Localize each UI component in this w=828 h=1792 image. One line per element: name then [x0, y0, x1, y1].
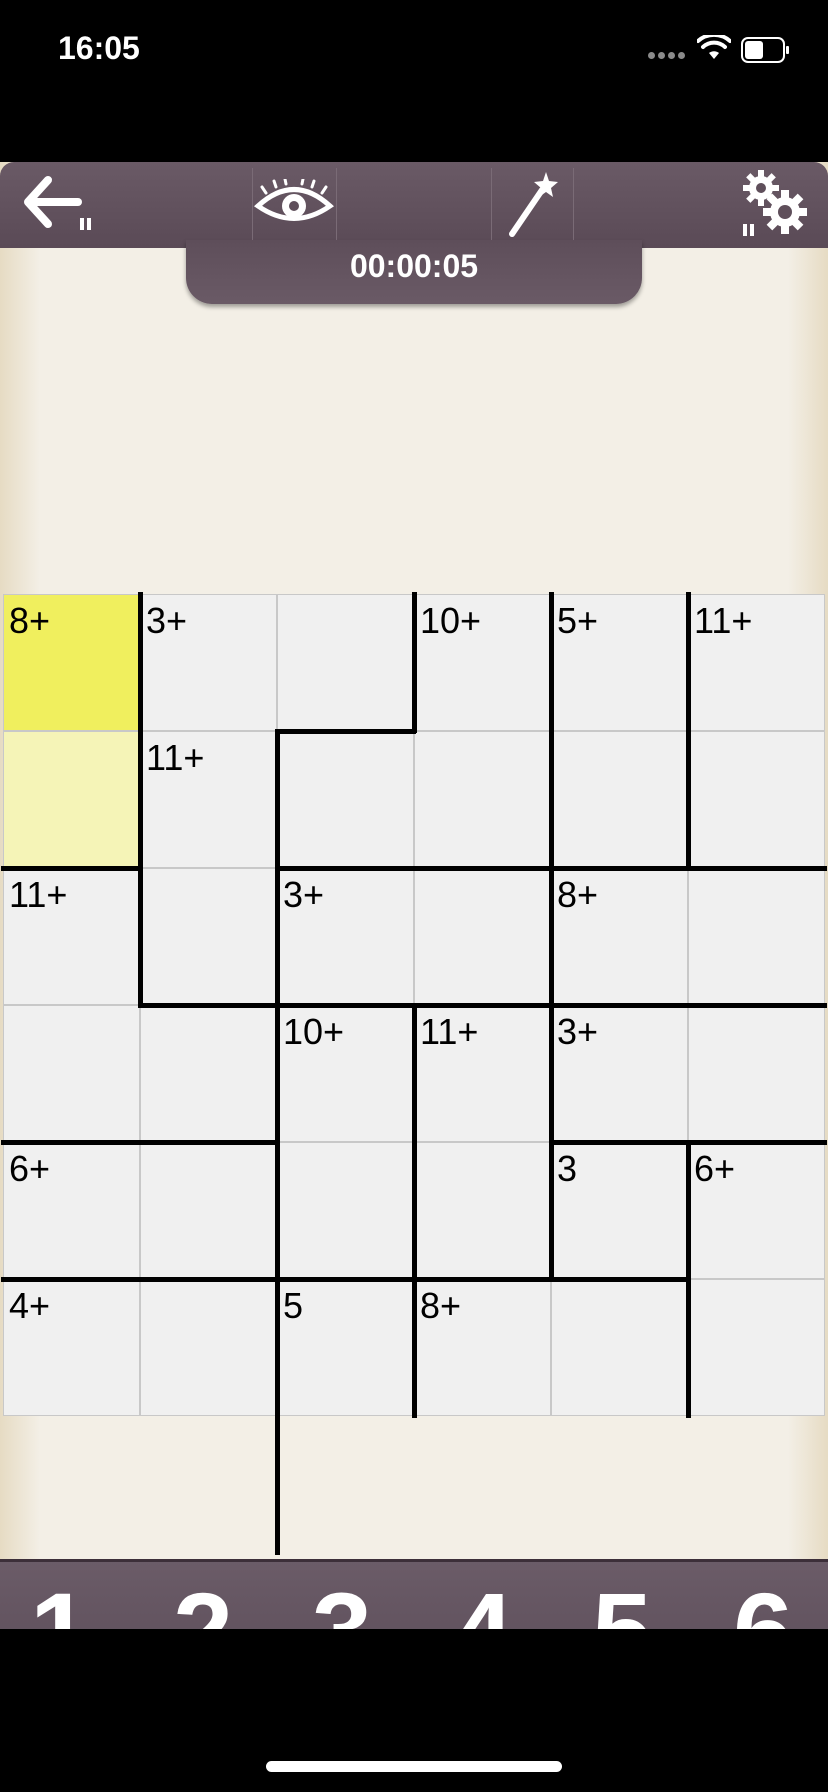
cage-border — [1, 1277, 690, 1282]
grid-cell[interactable] — [277, 731, 414, 868]
status-time: 16:05 — [58, 30, 140, 66]
cage-border — [275, 866, 827, 871]
grid-cell[interactable] — [414, 868, 551, 1005]
grid-cell[interactable]: 3 — [551, 1142, 688, 1279]
cage-clue: 6+ — [9, 1148, 51, 1189]
cage-clue: 10+ — [283, 1011, 345, 1052]
cage-border — [275, 729, 416, 734]
grid-cell[interactable]: 10+ — [277, 1005, 414, 1142]
back-icon — [24, 176, 91, 230]
grid-cell[interactable] — [414, 1142, 551, 1279]
eye-icon — [254, 179, 334, 221]
grid-cell[interactable] — [277, 594, 414, 731]
number-button-3[interactable]: 3 — [282, 1577, 402, 1630]
cage-border — [549, 592, 554, 1281]
grid-cell[interactable]: 10+ — [414, 594, 551, 731]
grid-cell[interactable] — [551, 1279, 688, 1416]
grid-cell[interactable] — [414, 731, 551, 868]
hint-button[interactable] — [491, 162, 573, 246]
cage-border — [412, 592, 417, 733]
wifi-icon — [697, 35, 731, 59]
game-area: 00:00:05 8+ 3+ 10+ 5+ 11+ 11+ 11+ 3+ 8+ 10+ 11+ 3+ 6… — [0, 162, 828, 1629]
cage-border — [412, 1003, 417, 1418]
grid-cell[interactable]: 4+ — [3, 1279, 140, 1416]
grid-cell[interactable] — [688, 868, 825, 1005]
grid-cell[interactable]: 11+ — [414, 1005, 551, 1142]
cage-border — [138, 592, 143, 1007]
status-bar: 16:05 — [0, 0, 828, 100]
cage-clue: 11+ — [9, 874, 68, 915]
number-button-2[interactable]: 2 — [143, 1577, 263, 1630]
cage-clue: 8+ — [420, 1285, 462, 1326]
grid-cell[interactable] — [688, 731, 825, 868]
grid-cell[interactable]: 8+ — [3, 594, 140, 731]
cage-clue: 3 — [557, 1148, 578, 1189]
cage-clue: 6+ — [694, 1148, 736, 1189]
timer-tab: 00:00:05 — [186, 240, 642, 304]
number-button-6[interactable]: 6 — [703, 1577, 823, 1630]
grid-cell[interactable]: 3+ — [277, 868, 414, 1005]
bottom-panel: 1 2 3 4 5 6 — [0, 1559, 828, 1629]
cage-clue: 3+ — [146, 600, 188, 641]
cage-clue: 5+ — [557, 600, 599, 641]
magic-wand-icon — [509, 172, 558, 237]
number-button-4[interactable]: 4 — [423, 1577, 543, 1630]
settings-button[interactable] — [730, 162, 816, 246]
signal-icon — [648, 46, 688, 64]
grid-cell[interactable] — [688, 1005, 825, 1142]
number-button-1[interactable]: 1 — [0, 1577, 120, 1630]
grid-cell[interactable]: 6+ — [688, 1142, 825, 1279]
grid-cell[interactable] — [277, 1142, 414, 1279]
number-button-5[interactable]: 5 — [562, 1577, 682, 1630]
grid-cell[interactable] — [140, 1279, 277, 1416]
cage-border — [686, 592, 691, 870]
grid-cell[interactable]: 5 — [277, 1279, 414, 1416]
cage-clue: 3+ — [283, 874, 325, 915]
reveal-button[interactable] — [252, 162, 336, 246]
cage-clue: 11+ — [694, 600, 753, 641]
timer: 00:00:05 — [349, 248, 479, 284]
battery-icon — [741, 37, 789, 63]
gear-icon — [743, 170, 807, 236]
cage-clue: 8+ — [557, 874, 599, 915]
grid-cell[interactable] — [551, 731, 688, 868]
home-indicator[interactable] — [266, 1761, 562, 1772]
cage-clue: 11+ — [420, 1011, 479, 1052]
grid-cell[interactable]: 8+ — [414, 1279, 551, 1416]
grid-cell[interactable] — [140, 868, 277, 1005]
grid-cell[interactable]: 11+ — [140, 731, 277, 868]
grid-cell[interactable]: 11+ — [688, 594, 825, 731]
cage-clue: 10+ — [420, 600, 482, 641]
grid-cell[interactable] — [140, 1005, 277, 1142]
grid-cell[interactable]: 6+ — [3, 1142, 140, 1279]
grid-cell[interactable]: 8+ — [551, 868, 688, 1005]
grid-cell[interactable] — [3, 731, 140, 868]
grid-cell[interactable] — [3, 1005, 140, 1142]
grid-cell[interactable]: 5+ — [551, 594, 688, 731]
cage-clue: 5 — [283, 1285, 304, 1326]
back-button[interactable] — [14, 162, 100, 246]
top-toolbar — [0, 162, 828, 248]
cage-clue: 4+ — [9, 1285, 51, 1326]
cage-clue: 8+ — [9, 600, 51, 641]
cage-border — [1, 866, 142, 871]
cage-border — [1, 1140, 279, 1145]
grid-cell[interactable]: 3+ — [551, 1005, 688, 1142]
cage-border — [138, 1003, 827, 1008]
cage-clue: 11+ — [146, 737, 205, 778]
grid-cell[interactable] — [140, 1142, 277, 1279]
puzzle-grid: 8+ 3+ 10+ 5+ 11+ 11+ 11+ 3+ 8+ 10+ 11+ 3+ 6+ 3 6+ 4+ 5 8+ — [1, 592, 827, 1555]
grid-cell[interactable]: 3+ — [140, 594, 277, 731]
grid-cell[interactable]: 11+ — [3, 868, 140, 1005]
cage-clue: 3+ — [557, 1011, 599, 1052]
grid-cell[interactable] — [688, 1279, 825, 1416]
